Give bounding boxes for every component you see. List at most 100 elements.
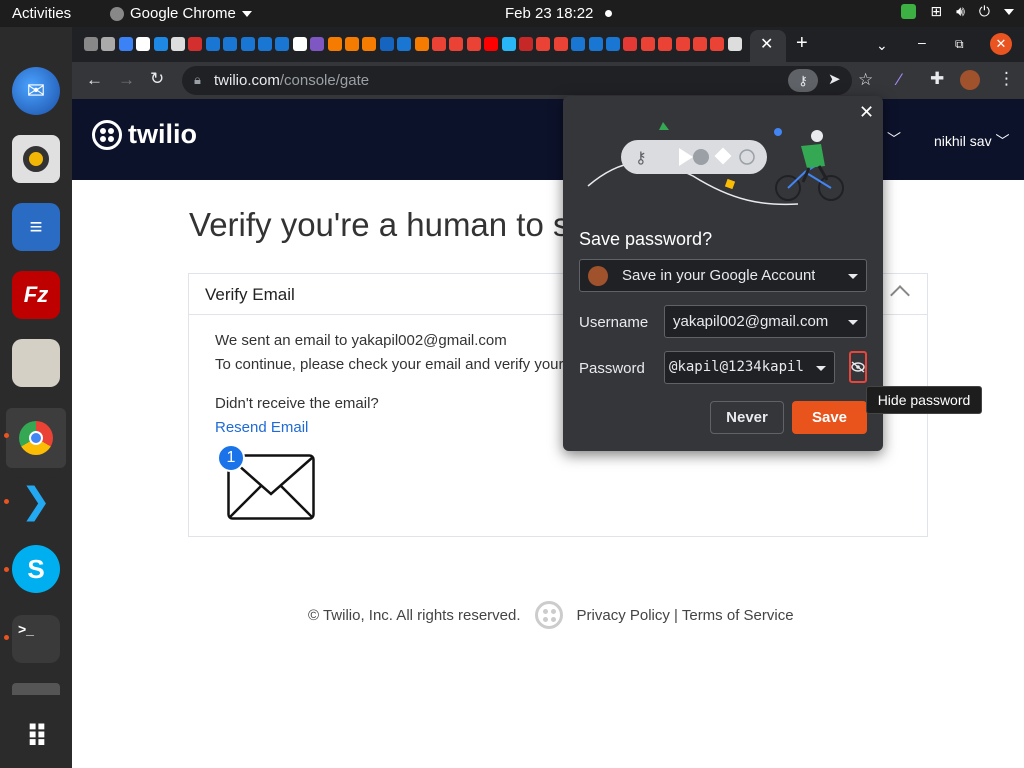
tab-favicon-icon[interactable] xyxy=(153,37,168,51)
account-avatar xyxy=(588,266,608,286)
tab-favicon-icon[interactable] xyxy=(414,37,429,51)
tab-favicon-icon[interactable] xyxy=(571,37,586,51)
tab-favicon-icon[interactable] xyxy=(640,37,655,51)
tab-favicon-icon[interactable] xyxy=(379,37,394,51)
tab-favicon-icon[interactable] xyxy=(84,37,98,51)
tab-favicon-icon[interactable] xyxy=(710,37,725,51)
hide-password-button[interactable] xyxy=(849,351,867,383)
cyclist-illustration: ⚷ xyxy=(587,122,844,206)
profile-avatar[interactable] xyxy=(960,70,980,90)
system-tray[interactable]: ⊞ 🔊︎ ⏻ xyxy=(901,3,1014,20)
account-select[interactable]: Save in your Google Account xyxy=(579,259,867,292)
close-window-icon[interactable]: ✕ xyxy=(990,33,1012,55)
close-tab-icon[interactable]: ✕ xyxy=(760,34,773,54)
bookmark-star-icon[interactable]: ☆ xyxy=(858,70,873,90)
tab-favicon-icon[interactable] xyxy=(466,37,481,51)
skype-icon[interactable]: S xyxy=(12,545,60,593)
tab-favicon-icon[interactable] xyxy=(588,37,603,51)
tab-favicon-icon[interactable] xyxy=(118,37,133,51)
tab-favicon-icon[interactable] xyxy=(136,37,151,51)
notification-badge: 1 xyxy=(217,444,245,472)
tab-favicon-icon[interactable] xyxy=(675,37,690,51)
page-title: Verify you're a human to s xyxy=(189,206,570,243)
extension-feather-icon[interactable]: ⁄ xyxy=(898,70,901,90)
app-name: Google Chrome xyxy=(130,5,236,22)
clock[interactable]: Feb 23 18:22 xyxy=(505,5,593,22)
reload-icon[interactable]: ↻ xyxy=(150,69,164,89)
send-tab-icon[interactable]: ➤ xyxy=(828,70,841,88)
never-button[interactable]: Never xyxy=(710,401,784,434)
app-menu[interactable]: Google Chrome xyxy=(110,5,252,22)
url-text[interactable]: twilio.com/console/gate xyxy=(214,72,369,89)
tab-favicon-icon[interactable] xyxy=(727,37,742,51)
thunderbird-icon[interactable]: ✉ xyxy=(12,67,60,115)
tab-favicon-icon[interactable] xyxy=(362,37,377,51)
tab-favicon-icon[interactable] xyxy=(310,37,325,51)
tab-favicon-icon[interactable] xyxy=(397,37,412,51)
filezilla-icon[interactable]: Fz xyxy=(12,271,60,319)
terminal-icon[interactable]: >_ xyxy=(12,615,60,663)
tab-favicon-icon[interactable] xyxy=(327,37,342,51)
tab-favicon-icon[interactable] xyxy=(275,37,290,51)
tab-favicon-icon[interactable] xyxy=(606,37,620,51)
running-indicator xyxy=(4,635,9,640)
save-password-dialog: ⚷ ✕ Save password? Save in your Google A… xyxy=(563,96,883,451)
tab-favicon-icon[interactable] xyxy=(205,37,220,51)
new-tab-icon[interactable]: + xyxy=(796,32,808,55)
chevron-down-icon[interactable]: ﹀ xyxy=(887,129,901,149)
forward-icon[interactable]: → xyxy=(118,70,135,90)
user-menu[interactable]: nikhil sav ﹀ xyxy=(934,131,1009,151)
tab-favicon-icon[interactable] xyxy=(501,37,516,51)
tab-favicon-icon[interactable] xyxy=(553,37,568,51)
power-icon: ⏻ xyxy=(978,3,990,19)
tab-favicon-icon[interactable] xyxy=(345,37,359,51)
tab-favicon-icon[interactable] xyxy=(693,37,707,51)
tab-search-chevron-icon[interactable]: ⌄ xyxy=(876,37,888,54)
trash-icon[interactable] xyxy=(12,683,60,695)
tab-favicon-icon[interactable] xyxy=(536,37,551,51)
rhythmbox-icon[interactable] xyxy=(12,135,60,183)
back-icon[interactable]: ← xyxy=(86,70,103,90)
vscode-icon[interactable]: ❯ xyxy=(12,477,60,525)
chevron-up-icon[interactable] xyxy=(890,285,910,305)
tab-favicon-icon[interactable] xyxy=(432,37,446,51)
tab-favicon-icon[interactable] xyxy=(292,37,307,51)
twilio-logo[interactable]: twilio xyxy=(92,119,197,150)
password-field[interactable]: kapil@1234kapil@ xyxy=(664,351,835,384)
hide-password-tooltip: Hide password xyxy=(866,386,982,414)
shield-check-icon[interactable] xyxy=(901,4,917,19)
extensions-puzzle-icon[interactable]: ✚ xyxy=(930,69,944,89)
password-key-icon[interactable]: ⚷ xyxy=(788,69,818,92)
tab-favicon-icon[interactable] xyxy=(258,37,272,51)
tab-favicon-icon[interactable] xyxy=(519,37,533,51)
tab-favicon-icon[interactable] xyxy=(449,37,464,51)
restore-icon[interactable]: ⧉ xyxy=(955,37,964,52)
password-label: Password xyxy=(579,360,645,377)
footer-links[interactable]: Privacy Policy | Terms of Service xyxy=(577,607,794,624)
user-name: nikhil sav xyxy=(934,133,992,149)
tab-favicon-icon[interactable] xyxy=(101,37,116,51)
lock-icon[interactable]: 🔒︎ xyxy=(194,72,201,88)
browser-menu-icon[interactable]: ⋮ xyxy=(998,69,1015,89)
files-icon[interactable] xyxy=(12,339,60,387)
tab-favicon-icon[interactable] xyxy=(623,37,638,51)
libreoffice-writer-icon[interactable]: ≡ xyxy=(12,203,60,251)
save-button[interactable]: Save xyxy=(792,401,867,434)
tab-favicon-icon[interactable] xyxy=(240,37,255,51)
account-option: Save in your Google Account xyxy=(622,267,816,284)
tab-favicon-icon[interactable] xyxy=(223,37,238,51)
show-applications-icon[interactable]: ⠿ xyxy=(12,713,60,761)
tab-favicon-icon[interactable] xyxy=(658,37,673,51)
tab-favicon-icon[interactable] xyxy=(171,37,185,51)
tab-favicon-icon[interactable] xyxy=(484,37,499,51)
close-dialog-icon[interactable]: ✕ xyxy=(859,102,874,123)
resend-email-link[interactable]: Resend Email xyxy=(215,419,308,436)
activities-button[interactable]: Activities xyxy=(12,5,71,22)
minimize-icon[interactable]: – xyxy=(918,34,926,50)
tab-favicon-icon[interactable] xyxy=(188,37,203,51)
address-bar[interactable]: 🔒︎ twilio.com/console/gate ⚷ ➤ xyxy=(182,66,852,95)
username-field[interactable]: yakapil002@gmail.com xyxy=(664,305,867,338)
running-indicator xyxy=(4,567,9,572)
chrome-dock-icon[interactable] xyxy=(6,408,66,468)
username-label: Username xyxy=(579,314,649,331)
